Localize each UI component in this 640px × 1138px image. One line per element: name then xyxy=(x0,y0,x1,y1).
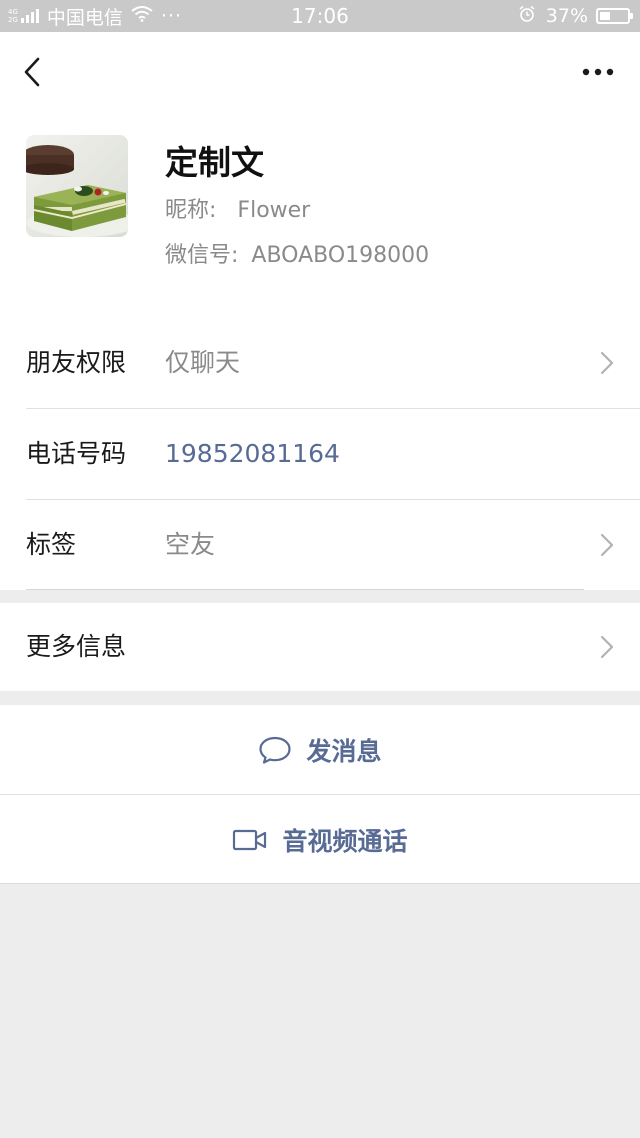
battery-percent: 37% xyxy=(545,5,588,27)
status-right: 37% xyxy=(518,0,633,32)
chevron-right-icon xyxy=(600,351,614,375)
wechat-id-line: 微信号: ABOABO198000 xyxy=(165,237,429,269)
send-message-button[interactable]: 发消息 xyxy=(0,705,640,794)
wechat-id-label: 微信号: xyxy=(165,243,239,268)
row-value: 空友 xyxy=(165,530,216,559)
row-tags[interactable]: 标签 空友 xyxy=(0,500,640,590)
av-call-button[interactable]: 音视频通话 xyxy=(0,795,640,884)
send-message-label: 发消息 xyxy=(306,736,382,766)
chevron-left-icon xyxy=(24,57,40,87)
row-label: 朋友权限 xyxy=(26,348,127,377)
battery-fill xyxy=(600,12,610,20)
nickname-line: 昵称: Flower xyxy=(165,192,310,224)
row-label: 电话号码 xyxy=(26,439,127,468)
row-more-info[interactable]: 更多信息 xyxy=(0,603,640,691)
nav-bar xyxy=(0,32,640,112)
nickname-label: 昵称: xyxy=(165,198,217,223)
back-button[interactable] xyxy=(12,50,52,94)
more-options-button[interactable] xyxy=(578,50,618,94)
wechat-id-value: ABOABO198000 xyxy=(251,243,430,268)
contact-profile-page: 4G 2G 中国电信 ··· 17:06 37% 定制文 昵称: Flower … xyxy=(0,0,640,1138)
contact-name: 定制文 xyxy=(165,143,264,182)
more-dots-icon xyxy=(582,68,614,76)
divider xyxy=(0,883,640,884)
action-list: 发消息 音视频通话 xyxy=(0,705,640,883)
contact-info-list: 朋友权限 仅聊天 电话号码 19852081164 标签 空友 xyxy=(0,318,640,590)
nickname-value: Flower xyxy=(237,198,311,223)
profile-header: 定制文 昵称: Flower 微信号: ABOABO198000 xyxy=(0,112,640,318)
chevron-right-icon xyxy=(600,533,614,557)
status-bar: 4G 2G 中国电信 ··· 17:06 37% xyxy=(0,0,640,32)
video-camera-icon xyxy=(232,828,268,852)
row-label: 更多信息 xyxy=(26,632,127,661)
row-value: 仅聊天 xyxy=(165,348,241,377)
avatar-cake-image xyxy=(26,135,128,237)
chevron-right-icon xyxy=(600,635,614,659)
row-label: 标签 xyxy=(26,530,77,559)
divider xyxy=(26,589,584,590)
battery-icon xyxy=(596,8,633,24)
alarm-icon xyxy=(518,5,536,28)
avatar[interactable] xyxy=(26,135,128,237)
phone-number-link[interactable]: 19852081164 xyxy=(165,409,340,499)
chat-bubble-icon xyxy=(258,735,292,765)
av-call-label: 音视频通话 xyxy=(282,826,408,856)
row-phone-number: 电话号码 19852081164 xyxy=(0,409,640,499)
row-friend-permissions[interactable]: 朋友权限 仅聊天 xyxy=(0,318,640,408)
